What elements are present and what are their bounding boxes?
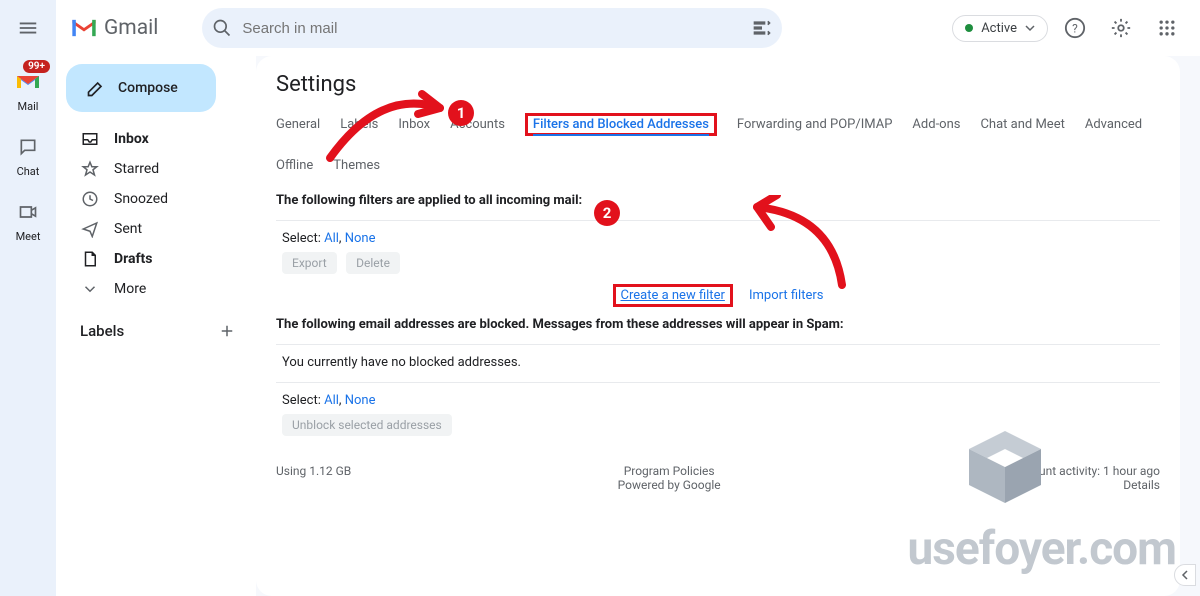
draft-icon: [80, 249, 100, 269]
rail-meet[interactable]: Meet: [12, 196, 44, 243]
filters-section-head: The following filters are applied to all…: [276, 187, 1160, 214]
tab-addons[interactable]: Add-ons: [912, 115, 960, 134]
status-chip[interactable]: Active: [952, 15, 1048, 42]
tab-advanced[interactable]: Advanced: [1085, 115, 1142, 134]
search-input[interactable]: [242, 20, 742, 37]
select-none-blocked[interactable]: None: [345, 393, 376, 408]
gmail-logo-icon: [70, 14, 98, 42]
watermark-text: usefoyer.com: [908, 522, 1176, 576]
sidebar-item-drafts[interactable]: Drafts: [66, 244, 256, 274]
hamburger-icon: [17, 17, 39, 39]
mail-icon: [15, 72, 41, 92]
gear-icon: [1110, 17, 1132, 39]
apps-grid-icon: [1157, 18, 1177, 38]
select-all-link[interactable]: All: [324, 231, 339, 246]
create-filter-link[interactable]: Create a new filter: [621, 288, 725, 303]
chat-icon: [18, 137, 38, 157]
delete-button: Delete: [346, 252, 400, 274]
rail-chat[interactable]: Chat: [12, 131, 44, 178]
add-label-button[interactable]: [214, 318, 240, 344]
meet-icon: [18, 202, 38, 222]
sidebar-item-snoozed[interactable]: Snoozed: [66, 184, 256, 214]
rail-mail[interactable]: 99+ Mail: [12, 66, 44, 113]
nav-label: Drafts: [114, 251, 152, 267]
clock-icon: [80, 189, 100, 209]
annotation-box-1: Filters and Blocked Addresses: [525, 113, 717, 136]
gmail-logo[interactable]: Gmail: [70, 14, 158, 42]
unread-badge: 99+: [23, 60, 50, 73]
sidebar: Compose Inbox Starred Snoozed Sent Draft…: [56, 56, 256, 596]
status-dot-icon: [965, 24, 973, 32]
search-icon: [212, 18, 232, 38]
rail-label: Chat: [17, 165, 40, 178]
nav-label: Sent: [114, 221, 142, 237]
labels-title: Labels: [80, 322, 124, 340]
nav-label: Starred: [114, 161, 159, 177]
svg-text:?: ?: [1072, 22, 1078, 36]
search-bar[interactable]: [202, 8, 782, 48]
powered-by: Powered by Google: [618, 478, 721, 492]
apps-button[interactable]: [1148, 9, 1186, 47]
header: Gmail Active ?: [56, 0, 1200, 56]
select-label-2: Select:: [282, 393, 321, 408]
pencil-icon: [86, 78, 106, 98]
tab-forwarding[interactable]: Forwarding and POP/IMAP: [737, 115, 893, 134]
nav-label: Inbox: [114, 131, 149, 147]
rail-label: Meet: [16, 230, 41, 243]
select-none-link[interactable]: None: [345, 231, 376, 246]
no-blocked-text: You currently have no blocked addresses.: [276, 351, 1160, 376]
rail-label: Mail: [18, 100, 39, 113]
plus-icon: [218, 322, 236, 340]
tab-chat-meet[interactable]: Chat and Meet: [980, 115, 1064, 134]
app-rail: 99+ Mail Chat Meet: [0, 0, 56, 596]
brand-text: Gmail: [104, 16, 158, 40]
status-text: Active: [981, 21, 1017, 36]
star-icon: [80, 159, 100, 179]
tab-offline[interactable]: Offline: [276, 156, 313, 175]
help-icon: ?: [1064, 17, 1086, 39]
inbox-icon: [80, 129, 100, 149]
annotation-badge-2: 2: [594, 200, 620, 226]
chevron-down-icon: [80, 279, 100, 299]
export-button: Export: [282, 252, 337, 274]
compose-label: Compose: [118, 80, 178, 96]
storage-usage: Using 1.12 GB: [276, 464, 351, 492]
blocked-section-head: The following email addresses are blocke…: [276, 311, 1160, 338]
main-menu-button[interactable]: [8, 8, 48, 48]
select-label: Select:: [282, 231, 321, 246]
compose-button[interactable]: Compose: [66, 64, 216, 112]
sent-icon: [80, 219, 100, 239]
sidebar-item-sent[interactable]: Sent: [66, 214, 256, 244]
annotation-arrow-1: [320, 78, 460, 178]
sidebar-item-inbox[interactable]: Inbox: [66, 124, 256, 154]
select-all-blocked[interactable]: All: [324, 393, 339, 408]
unblock-button: Unblock selected addresses: [282, 414, 452, 436]
sidebar-item-starred[interactable]: Starred: [66, 154, 256, 184]
tab-filters[interactable]: Filters and Blocked Addresses: [533, 115, 709, 136]
annotation-arrow-2: [742, 195, 862, 305]
search-options-icon[interactable]: [752, 18, 772, 38]
sidebar-item-more[interactable]: More: [66, 274, 256, 304]
tab-general[interactable]: General: [276, 115, 320, 134]
chevron-left-icon: [1180, 570, 1190, 580]
side-panel-toggle[interactable]: [1174, 564, 1196, 586]
chevron-down-icon: [1025, 23, 1035, 33]
nav-label: Snoozed: [114, 191, 168, 207]
watermark-cube-icon: [960, 422, 1050, 512]
annotation-box-2: Create a new filter: [613, 284, 733, 307]
settings-button[interactable]: [1102, 9, 1140, 47]
program-policies-link[interactable]: Program Policies: [618, 464, 721, 478]
support-button[interactable]: ?: [1056, 9, 1094, 47]
nav-label: More: [114, 281, 146, 297]
